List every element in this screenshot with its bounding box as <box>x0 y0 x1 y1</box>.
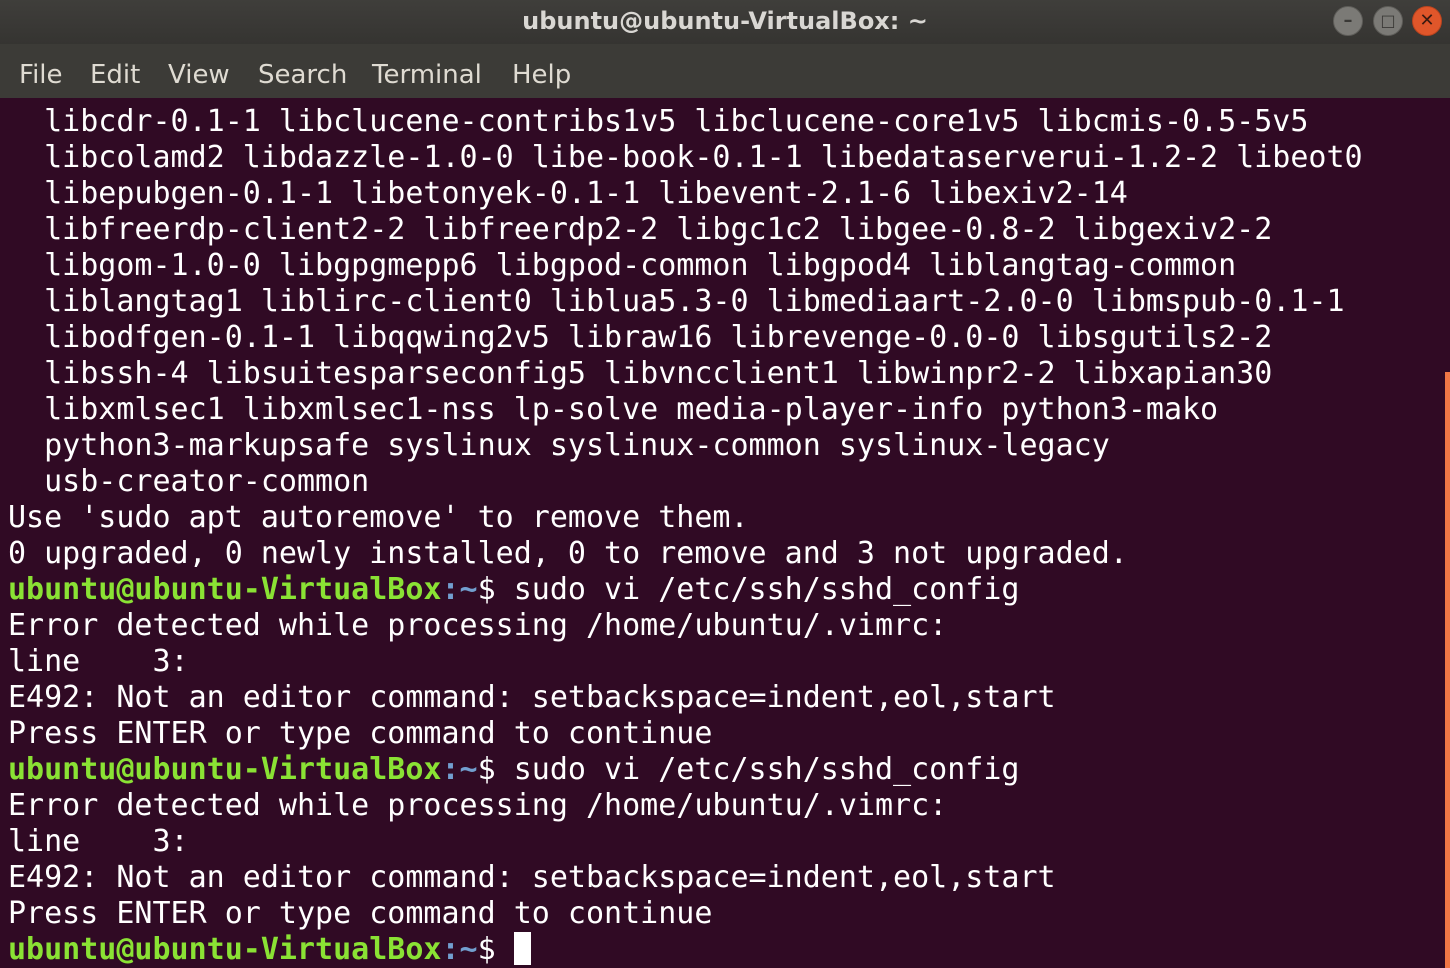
text-cursor <box>513 932 531 965</box>
package-line: libcolamd2 libdazzle-1.0-0 libe-book-0.1… <box>8 140 1363 175</box>
package-line: libfreerdp-client2-2 libfreerdp2-2 libgc… <box>8 212 1273 247</box>
command-text: sudo vi /etc/ssh/sshd_config <box>513 752 1020 787</box>
prompt-user: ubuntu@ubuntu-VirtualBox <box>8 932 442 967</box>
prompt-symbol: $ <box>477 752 514 787</box>
prompt-path: :~ <box>441 752 478 787</box>
package-line: libxmlsec1 libxmlsec1-nss lp-solve media… <box>8 392 1219 427</box>
press-enter-text: Press ENTER or type command to continue <box>8 896 713 931</box>
upgrade-summary: 0 upgraded, 0 newly installed, 0 to remo… <box>8 536 1128 571</box>
error-line: line 3: <box>8 644 189 679</box>
prompt-path: :~ <box>441 932 478 967</box>
menu-view[interactable]: View <box>168 59 230 91</box>
command-text: sudo vi /etc/ssh/sshd_config <box>513 572 1020 607</box>
package-line: libodfgen-0.1-1 libqqwing2v5 libraw16 li… <box>8 320 1273 355</box>
prompt-user: ubuntu@ubuntu-VirtualBox <box>8 572 442 607</box>
error-message: E492: Not an editor command: setbackspac… <box>8 680 1056 715</box>
package-line: libgom-1.0-0 libgpgmepp6 libgpod-common … <box>8 248 1237 283</box>
error-line: line 3: <box>8 824 189 859</box>
prompt-user: ubuntu@ubuntu-VirtualBox <box>8 752 442 787</box>
error-message: E492: Not an editor command: setbackspac… <box>8 860 1056 895</box>
prompt-path: :~ <box>441 572 478 607</box>
autoremove-hint: Use 'sudo apt autoremove' to remove them… <box>8 500 749 535</box>
package-line: libssh-4 libsuitesparseconfig5 libvnccli… <box>8 356 1273 391</box>
package-line: usb-creator-common <box>8 464 370 499</box>
prompt-symbol: $ <box>477 932 514 967</box>
scrollbar[interactable] <box>1445 372 1450 968</box>
package-line: python3-markupsafe syslinux syslinux-com… <box>8 428 1110 463</box>
package-line: libcdr-0.1-1 libclucene-contribs1v5 libc… <box>8 104 1309 139</box>
package-line: liblangtag1 liblirc-client0 liblua5.3-0 … <box>8 284 1345 319</box>
package-line: libepubgen-0.1-1 libetonyek-0.1-1 libeve… <box>8 176 1128 211</box>
prompt-line: ubuntu@ubuntu-VirtualBox:~$ sudo vi /etc… <box>8 752 1019 788</box>
terminal-output[interactable]: libcdr-0.1-1 libclucene-contribs1v5 libc… <box>8 102 1442 968</box>
close-button[interactable]: ✕ <box>1412 6 1442 36</box>
menu-help[interactable]: Help <box>512 59 571 91</box>
error-header: Error detected while processing /home/ub… <box>8 788 948 823</box>
menu-file[interactable]: File <box>19 59 63 91</box>
prompt-symbol: $ <box>477 572 514 607</box>
menu-bar: File Edit View Search Terminal Help <box>0 44 1450 98</box>
menu-search[interactable]: Search <box>258 59 347 91</box>
menu-edit[interactable]: Edit <box>90 59 140 91</box>
maximize-button[interactable]: □ <box>1373 6 1403 36</box>
window-title: ubuntu@ubuntu-VirtualBox: ~ <box>522 7 928 35</box>
minimize-button[interactable]: – <box>1333 6 1363 36</box>
active-prompt-line[interactable]: ubuntu@ubuntu-VirtualBox:~$ <box>8 932 531 968</box>
menu-terminal[interactable]: Terminal <box>372 59 482 91</box>
press-enter-text: Press ENTER or type command to continue <box>8 716 713 751</box>
title-bar[interactable]: ubuntu@ubuntu-VirtualBox: ~ – □ ✕ <box>0 0 1450 44</box>
error-header: Error detected while processing /home/ub… <box>8 608 948 643</box>
prompt-line: ubuntu@ubuntu-VirtualBox:~$ sudo vi /etc… <box>8 572 1019 608</box>
terminal-window: ubuntu@ubuntu-VirtualBox: ~ – □ ✕ File E… <box>0 0 1450 968</box>
